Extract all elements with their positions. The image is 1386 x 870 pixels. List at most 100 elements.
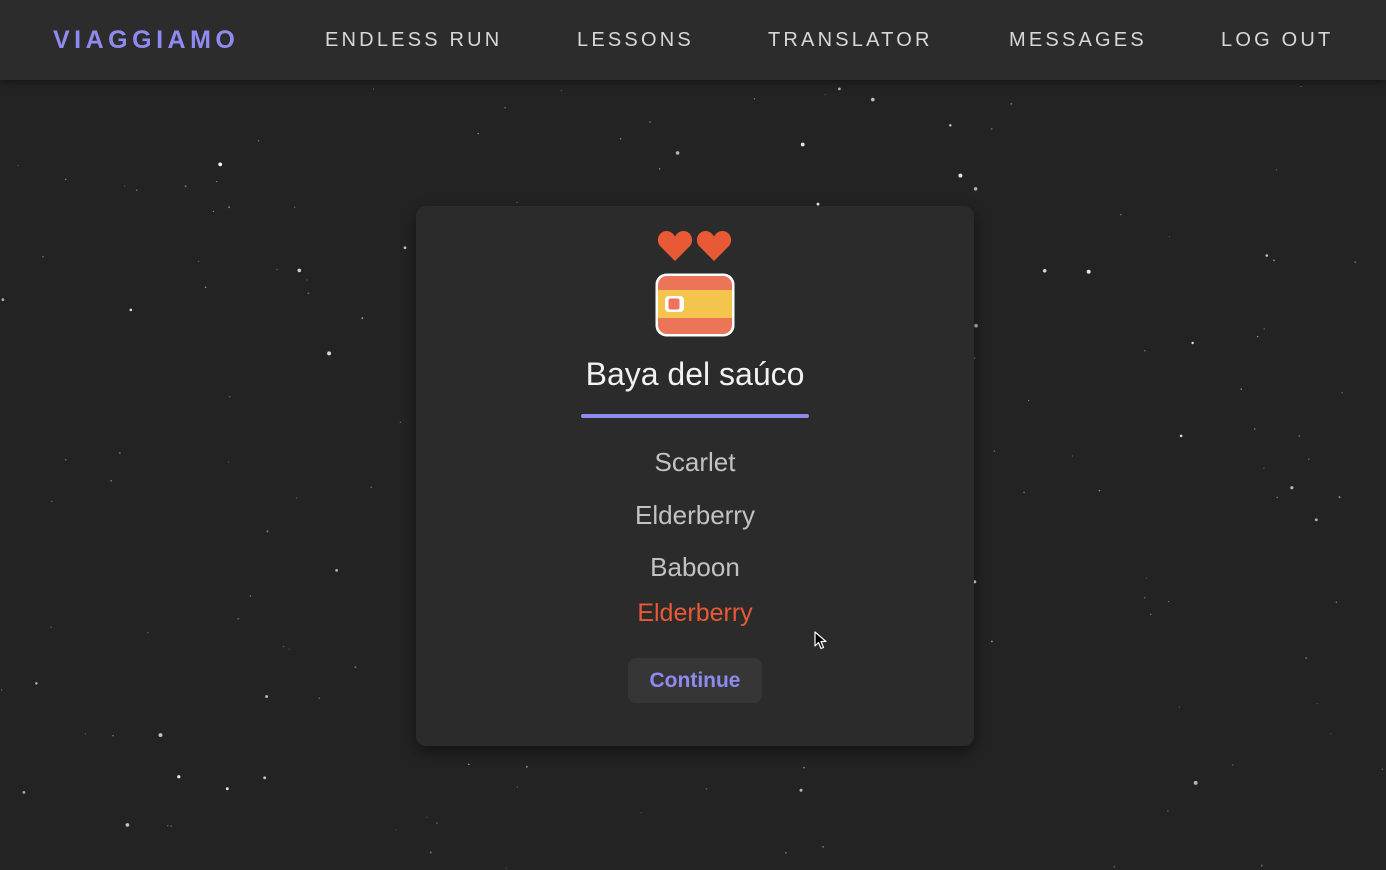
star (399, 421, 401, 423)
star (1305, 657, 1308, 660)
star (306, 279, 308, 281)
quiz-card: Baya del saúco Scarlet Elderberry Baboon… (416, 206, 974, 746)
star (803, 766, 806, 769)
star (370, 486, 373, 489)
star (225, 787, 229, 791)
star (1254, 428, 1256, 430)
star (958, 173, 963, 178)
star (42, 255, 44, 258)
star (228, 395, 231, 398)
star (1178, 706, 1181, 708)
star (257, 140, 260, 142)
star (705, 788, 708, 790)
star (158, 733, 163, 738)
star (1381, 768, 1384, 771)
star (1300, 85, 1302, 88)
star (288, 648, 290, 650)
nav-link-messages[interactable]: MESSAGES (1009, 28, 1147, 52)
star (1341, 392, 1343, 394)
star (276, 268, 278, 271)
star (1263, 328, 1266, 330)
star (1028, 399, 1030, 402)
brand-logo[interactable]: VIAGGIAMO (53, 26, 239, 54)
star (1256, 335, 1259, 338)
star (1086, 269, 1091, 274)
star (640, 812, 642, 814)
star (249, 595, 252, 597)
nav-link-lessons[interactable]: LESSONS (577, 28, 694, 52)
star (216, 180, 218, 183)
answer-option[interactable]: Baboon (595, 550, 795, 584)
star (838, 87, 841, 91)
star (65, 178, 67, 181)
star (1, 298, 5, 302)
answer-option[interactable]: Elderberry (595, 498, 795, 532)
star (22, 791, 26, 794)
star (125, 823, 130, 827)
star (1273, 259, 1275, 262)
star (184, 185, 187, 188)
continue-button[interactable]: Continue (628, 658, 762, 703)
star (1179, 434, 1183, 438)
star (50, 626, 52, 628)
star (294, 206, 296, 208)
star (516, 786, 518, 788)
star (64, 458, 67, 461)
star (170, 825, 172, 827)
star (1113, 865, 1116, 868)
star (990, 127, 993, 130)
star (649, 121, 652, 123)
star (295, 496, 298, 499)
star (1316, 702, 1318, 705)
star (51, 500, 53, 503)
star (1308, 458, 1310, 460)
star (990, 640, 993, 643)
star (218, 162, 223, 167)
star (1263, 467, 1265, 469)
star (1150, 613, 1152, 615)
star (871, 97, 875, 102)
heart-icon (696, 231, 732, 261)
star (307, 292, 310, 295)
star (1193, 780, 1198, 785)
star (824, 94, 826, 96)
star (372, 88, 375, 90)
star (1042, 269, 1047, 273)
star (949, 124, 952, 127)
star (1010, 102, 1013, 105)
star (403, 246, 407, 250)
star (1023, 491, 1025, 494)
star (1167, 600, 1170, 603)
star (297, 268, 302, 273)
star (110, 479, 113, 482)
star (17, 164, 19, 167)
star (675, 151, 680, 155)
star (35, 682, 38, 685)
quiz-word: Baya del saúco (585, 356, 805, 392)
star (263, 776, 267, 780)
app-root: VIAGGIAMO ENDLESS RUN LESSONS TRANSLATOR… (0, 0, 1386, 870)
nav-link-translator[interactable]: TRANSLATOR (768, 28, 933, 52)
nav-link-log-out[interactable]: LOG OUT (1221, 28, 1333, 52)
star (237, 617, 240, 620)
star (1335, 601, 1338, 603)
word-underline (581, 414, 809, 418)
star (1071, 455, 1073, 457)
heart-icon (657, 231, 693, 261)
star (1354, 261, 1357, 264)
spain-flag-icon (655, 273, 735, 337)
star (1, 689, 3, 691)
nav-link-endless-run[interactable]: ENDLESS RUN (325, 28, 502, 52)
star (1338, 496, 1341, 499)
correct-answer-text: Elderberry (637, 599, 753, 627)
star (167, 825, 169, 827)
answer-option[interactable]: Scarlet (595, 445, 795, 479)
star (560, 90, 562, 92)
star (429, 851, 432, 854)
star (1167, 810, 1169, 812)
star (1260, 864, 1263, 867)
star (1265, 254, 1269, 257)
star (318, 697, 320, 699)
star (1314, 518, 1318, 522)
star (516, 201, 518, 203)
